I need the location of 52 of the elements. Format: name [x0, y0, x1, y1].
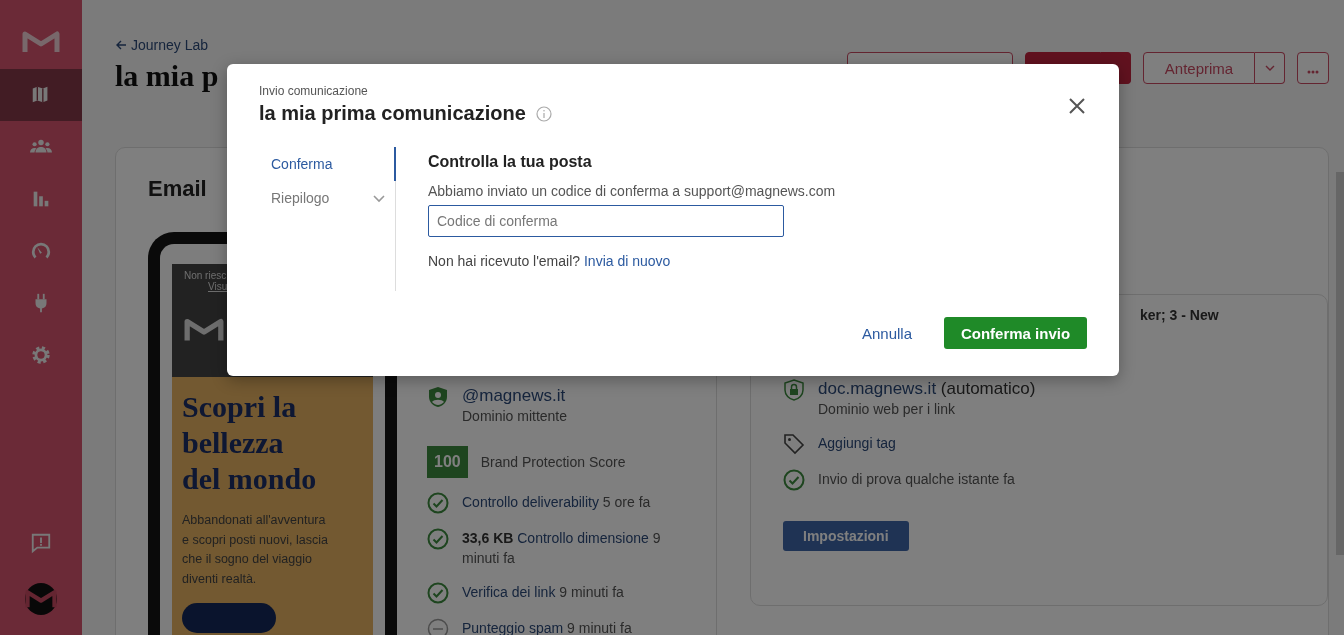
card-title: Email: [148, 176, 207, 202]
web-domain-label: Dominio web per i link: [818, 400, 956, 419]
more-icon: [1307, 69, 1319, 74]
shield-icon: [427, 386, 449, 408]
view-link[interactable]: Visu: [208, 281, 228, 292]
close-icon: [1067, 96, 1087, 116]
preview-body: Abbandonati all'avventura e scopri posti nuovi, lascia che il sogno del viaggio diventi realtà.: [182, 512, 329, 588]
sender-domain: @magnews.it: [462, 386, 567, 406]
step-tab[interactable]: Conferma: [259, 147, 396, 181]
avatar[interactable]: [25, 583, 57, 615]
check-status-text: 33,6 KB Controllo dimensione 9 minuti fa: [462, 529, 662, 568]
dialog-subtitle: Invio comunicazione: [259, 84, 369, 98]
check-status-text: Verifica dei link 9 minuti fa: [462, 583, 624, 602]
resend-link[interactable]: Invia di nuovo: [584, 253, 671, 269]
shield-lock-icon: [783, 379, 805, 401]
test-send-text: Invio di prova qualche istante fa: [818, 470, 1015, 489]
logo-icon: [184, 316, 224, 344]
confirm-button[interactable]: Conferma invio: [944, 317, 1087, 349]
back-link[interactable]: Journey Lab: [115, 37, 209, 53]
settings-button[interactable]: Impostazioni: [783, 521, 909, 551]
preview-notice: Non riesc: [184, 270, 227, 281]
web-domain: doc.magnews.it (automatico): [818, 379, 1036, 399]
cancel-button[interactable]: Annulla: [861, 318, 912, 348]
score-badge: 100: [427, 446, 468, 478]
score-label: Brand Protection Score: [480, 453, 626, 472]
list-fragment: ker; 3 - New: [1140, 307, 1220, 323]
preview-button[interactable]: Anteprima: [1143, 52, 1255, 84]
arrow-left-icon: [115, 39, 127, 51]
logo-icon: [22, 29, 60, 55]
nav-item[interactable]: [0, 69, 82, 121]
more-button[interactable]: [1297, 52, 1329, 84]
preview-headline: Scopri la bellezza del mondo: [182, 389, 318, 497]
sender-domain-label: Dominio mittente: [462, 407, 568, 426]
check-status-text: Punteggio spam 9 minuti fa: [462, 619, 632, 635]
page-title: la mia p: [115, 59, 219, 93]
check-circle-icon: [783, 469, 805, 491]
add-tag-link[interactable]: Aggiungi tag: [818, 433, 896, 453]
feedback-icon: [30, 532, 52, 554]
check-status-text: Controllo deliverability 5 ore fa: [462, 493, 651, 512]
confirmation-message: Abbiamo inviato un codice di conferma a support@magnews.com: [428, 183, 836, 199]
resend-prompt: Non hai ricevuto l'email? Invia di nuovo: [428, 253, 672, 269]
dropdown-button[interactable]: [1255, 52, 1285, 84]
dialog-title: la mia prima comunicazione: [259, 102, 526, 125]
info-icon[interactable]: [535, 105, 552, 122]
cta-button[interactable]: [182, 603, 276, 633]
step-tab[interactable]: Riepilogo: [259, 181, 396, 215]
logo-icon: [25, 588, 57, 610]
gear-icon: [30, 344, 52, 366]
section-heading: Controlla la tua posta: [428, 153, 593, 171]
code-input-field[interactable]: Codice di conferma: [428, 205, 784, 237]
tag-icon: [783, 433, 805, 455]
close-button[interactable]: [1067, 96, 1087, 116]
